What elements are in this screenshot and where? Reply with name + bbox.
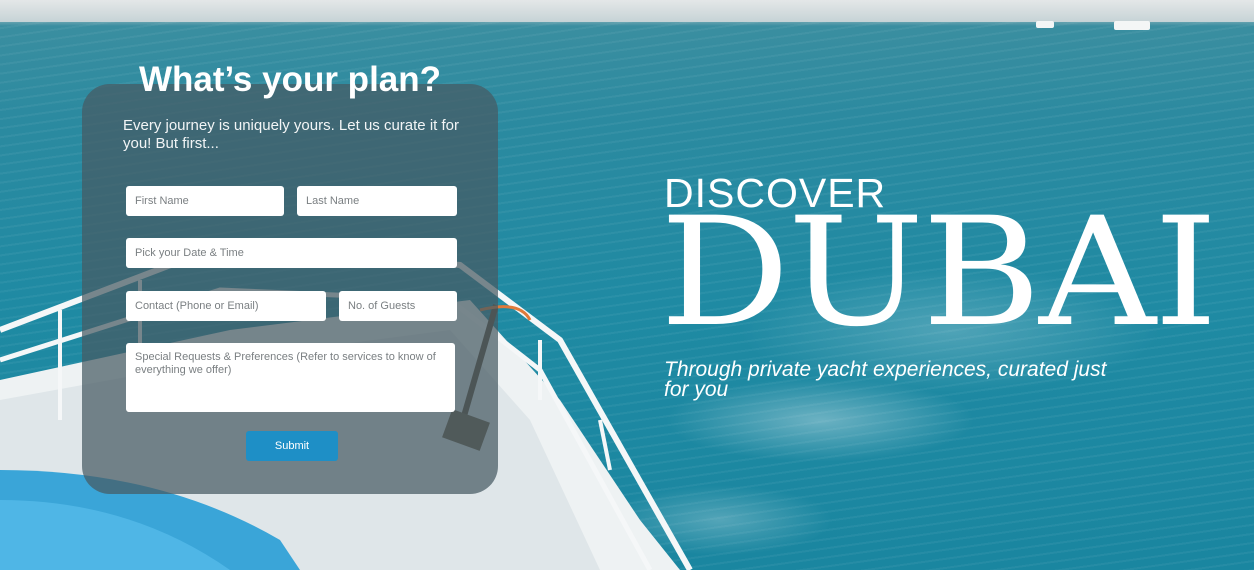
contact-input[interactable] (126, 291, 326, 321)
date-time-input[interactable] (126, 238, 457, 268)
guests-input[interactable] (339, 291, 457, 321)
form-intro-text: Every journey is uniquely yours. Let us … (123, 117, 459, 152)
first-name-input[interactable] (126, 186, 284, 216)
last-name-input[interactable] (297, 186, 457, 216)
hero-tagline: Through private yacht experiences, curat… (664, 358, 1107, 401)
form-title: What’s your plan? (138, 60, 442, 99)
submit-button[interactable]: Submit (246, 431, 338, 461)
hero-section: What’s your plan? Every journey is uniqu… (0, 0, 1254, 570)
dubai-heading: DUBAI (660, 186, 1218, 360)
special-requests-textarea[interactable] (126, 343, 455, 412)
